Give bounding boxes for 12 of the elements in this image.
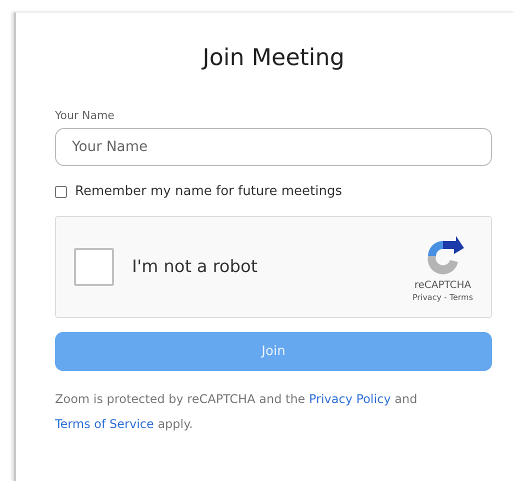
- remember-checkbox[interactable]: [55, 186, 67, 198]
- footer-text: Zoom is protected by reCAPTCHA and the Privacy Policy and Terms of Service apply.: [55, 391, 418, 433]
- field-label: Your Name: [55, 109, 116, 122]
- page-title: Join Meeting: [202, 45, 344, 71]
- captcha-label: I'm not a robot: [132, 257, 259, 277]
- footer-link[interactable]: Privacy Policy: [309, 392, 391, 406]
- footer-link[interactable]: Terms of Service: [55, 417, 154, 431]
- captcha-links[interactable]: Privacy - Terms: [412, 293, 473, 302]
- checkbox-label: Remember my name for future meetings: [75, 184, 342, 199]
- captcha-brand: reCAPTCHA: [414, 280, 472, 291]
- captcha-checkbox[interactable]: [74, 248, 114, 286]
- name-field[interactable]: Your Name: [55, 128, 492, 166]
